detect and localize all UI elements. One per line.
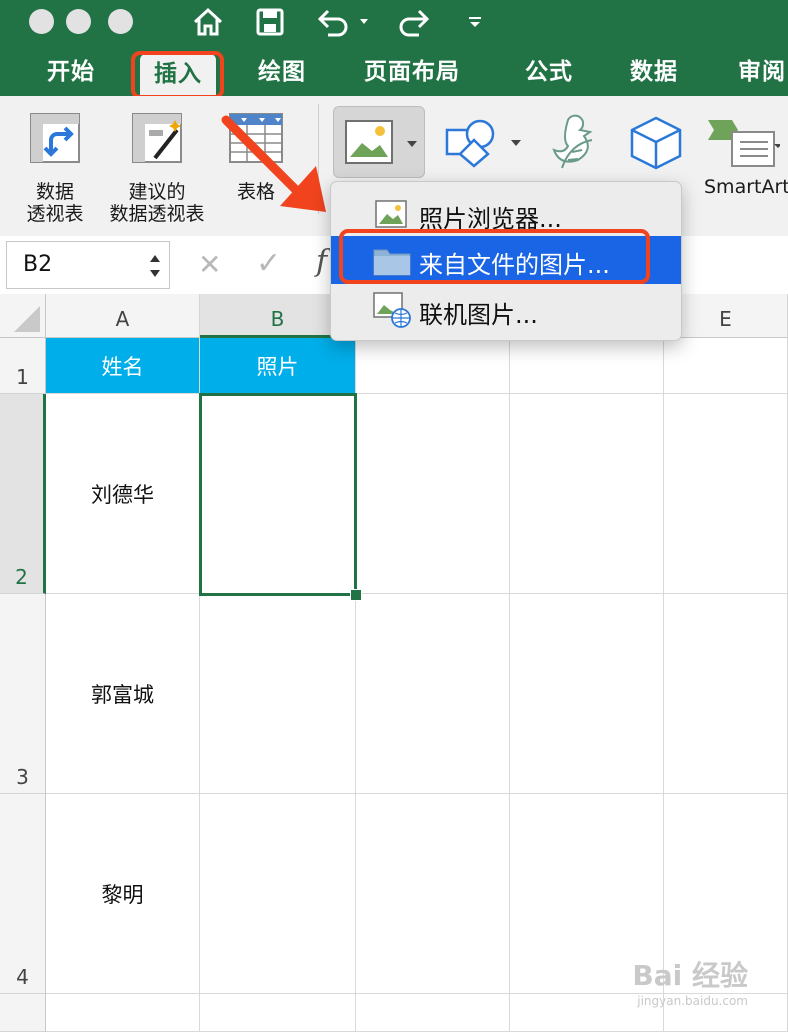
cell-b1[interactable]: 照片 xyxy=(200,338,356,394)
cell-d3[interactable] xyxy=(510,594,664,794)
cell-a2[interactable]: 刘德华 xyxy=(46,394,200,594)
menu-item-highlight xyxy=(339,229,650,284)
cell-a4[interactable]: 黎明 xyxy=(46,794,200,994)
watermark-sub: jingyan.baidu.com xyxy=(637,994,748,1008)
cell-c5[interactable] xyxy=(356,994,510,1032)
shapes-button[interactable] xyxy=(444,116,524,178)
fill-handle[interactable] xyxy=(350,589,362,601)
cell-d1[interactable] xyxy=(510,338,664,394)
insert-tab-highlight xyxy=(131,51,224,99)
cell-b4[interactable] xyxy=(200,794,356,994)
smartart-label: SmartArt xyxy=(704,176,788,198)
column-header-e[interactable]: E xyxy=(664,294,788,338)
row-header-2[interactable]: 2 xyxy=(0,394,46,594)
tab-page-layout[interactable]: 页面布局 xyxy=(364,50,460,94)
cube-icon xyxy=(630,116,682,170)
tab-review[interactable]: 审阅 xyxy=(738,50,786,94)
icons-icon xyxy=(552,114,593,169)
stepper-icon[interactable] xyxy=(149,252,161,280)
tab-draw[interactable]: 绘图 xyxy=(258,50,306,94)
chevron-down-icon xyxy=(511,140,521,146)
cell-a1[interactable]: 姓名 xyxy=(46,338,200,394)
row-header-5[interactable] xyxy=(0,994,46,1032)
worksheet-grid: A B C D E 1 2 3 4 姓名 照片 刘德华 郭富城 黎明 xyxy=(0,294,788,1032)
recommended-label-1: 建议的 xyxy=(128,181,186,203)
cell-c2[interactable] xyxy=(356,394,510,594)
tab-formulas[interactable]: 公式 xyxy=(525,50,573,94)
fx-icon[interactable]: f xyxy=(316,244,327,279)
minimize-window-button[interactable] xyxy=(66,9,91,34)
home-icon[interactable] xyxy=(190,2,226,42)
cell-b3[interactable] xyxy=(200,594,356,794)
cell-e2[interactable] xyxy=(664,394,788,594)
column-header-a[interactable]: A xyxy=(46,294,200,338)
customize-toolbar-icon[interactable] xyxy=(465,2,485,42)
online-pictures-icon xyxy=(373,292,411,328)
tab-data[interactable]: 数据 xyxy=(630,50,678,94)
cell-a5[interactable] xyxy=(46,994,200,1032)
smartart-icon xyxy=(708,120,782,167)
icons-button[interactable] xyxy=(546,112,606,178)
cell-a3[interactable]: 郭富城 xyxy=(46,594,200,794)
recommended-pivottables-button[interactable]: 建议的 数据透视表 xyxy=(100,110,214,225)
pivottable-label-2: 透视表 xyxy=(26,203,84,225)
shapes-icon xyxy=(445,119,495,168)
baidu-watermark: Bai 经验 jingyan.baidu.com xyxy=(632,954,748,1008)
pivottable-button[interactable]: 数据 透视表 xyxy=(16,110,94,225)
save-icon[interactable] xyxy=(252,2,288,42)
row-header-1[interactable]: 1 xyxy=(0,338,46,394)
close-window-button[interactable] xyxy=(29,9,54,34)
cell-c4[interactable] xyxy=(356,794,510,994)
cell-e1[interactable] xyxy=(664,338,788,394)
cell-c1[interactable] xyxy=(356,338,510,394)
menu-item-label: 联机图片... xyxy=(419,301,538,329)
enter-icon[interactable]: ✓ xyxy=(256,246,281,281)
title-bar: 开始 插入 绘图 页面布局 公式 数据 审阅 xyxy=(0,0,788,96)
recommended-pivottables-icon xyxy=(132,113,182,163)
cancel-icon[interactable]: ✕ xyxy=(198,248,221,281)
undo-icon[interactable] xyxy=(314,2,374,42)
cell-e3[interactable] xyxy=(664,594,788,794)
annotation-arrow xyxy=(221,115,326,212)
row-header-3[interactable]: 3 xyxy=(0,594,46,794)
recommended-label-2: 数据透视表 xyxy=(109,203,205,225)
photo-browser-icon xyxy=(375,200,407,228)
cell-b2-active[interactable] xyxy=(199,393,357,596)
pivottable-icon xyxy=(30,113,80,163)
cell-d2[interactable] xyxy=(510,394,664,594)
smartart-button[interactable]: SmartArt xyxy=(704,114,788,206)
3d-models-button[interactable] xyxy=(628,114,688,176)
name-box-value: B2 xyxy=(23,252,53,277)
chevron-down-icon xyxy=(407,141,417,147)
pivottable-label-1: 数据 xyxy=(35,181,74,203)
cell-c3[interactable] xyxy=(356,594,510,794)
cell-b5[interactable] xyxy=(200,994,356,1032)
watermark-main: Bai 经验 xyxy=(632,959,748,992)
tab-home[interactable]: 开始 xyxy=(47,50,95,94)
picture-icon xyxy=(345,120,393,164)
pictures-button[interactable] xyxy=(333,106,425,178)
menu-item-online-pictures[interactable]: 联机图片... xyxy=(331,286,681,334)
row-header-4[interactable]: 4 xyxy=(0,794,46,994)
name-box[interactable]: B2 xyxy=(6,241,170,289)
redo-icon[interactable] xyxy=(396,2,432,42)
select-all-corner[interactable] xyxy=(0,294,46,338)
zoom-window-button[interactable] xyxy=(108,9,133,34)
